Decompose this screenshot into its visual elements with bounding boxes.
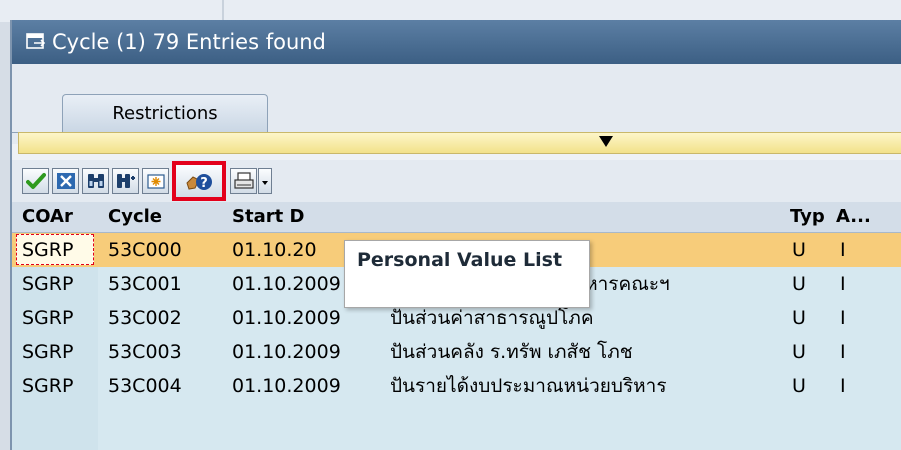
value-help-dialog: Cycle (1) 79 Entries found Restrictions <box>10 20 901 450</box>
cancel-x-icon <box>57 173 75 189</box>
print-icon <box>234 172 254 189</box>
column-header-cycle[interactable]: Cycle <box>108 202 218 232</box>
column-header-coar[interactable]: COAr <box>22 202 102 232</box>
start-date-cell[interactable]: 01.10.20 <box>232 233 342 267</box>
column-header-type[interactable]: Typ <box>790 202 830 232</box>
coar-cell[interactable]: SGRP <box>12 301 98 335</box>
coar-cell[interactable]: SGRP <box>12 233 98 267</box>
restrictions-toggle-bar[interactable] <box>18 132 901 154</box>
table-row[interactable]: SGRP 53C003 01.10.2009 ปันส่วนคลัง ร.ทรั… <box>12 335 901 369</box>
divider <box>222 0 224 22</box>
table-row-partial[interactable] <box>12 403 901 450</box>
text-cell[interactable]: ปันส่วนคลัง ร.ทรัพ เภสัช โภช <box>390 335 780 369</box>
a-cell[interactable]: I <box>840 301 870 335</box>
personal-value-list-button[interactable]: ? <box>172 161 226 201</box>
start-date-cell[interactable]: 01.10.2009 <box>232 335 387 369</box>
new-entry-icon <box>147 174 165 189</box>
coar-cell <box>12 403 98 450</box>
type-cell[interactable]: U <box>792 267 822 301</box>
text-cell[interactable]: ปันรายได้งบประมาณหน่วยบริหาร <box>390 369 780 403</box>
tab-restrictions[interactable]: Restrictions <box>62 94 268 133</box>
find-binoculars-icon <box>88 174 104 188</box>
table-header: COAr Cycle Start D Typ A... <box>12 202 901 233</box>
type-cell[interactable]: U <box>792 233 822 267</box>
cycle-cell[interactable]: 53C001 <box>108 267 228 301</box>
svg-text:?: ? <box>200 176 208 191</box>
coar-cell[interactable]: SGRP <box>12 267 98 301</box>
dialog-title-bar[interactable]: Cycle (1) 79 Entries found <box>12 20 901 64</box>
cycle-cell[interactable]: 53C002 <box>108 301 228 335</box>
find-next-button[interactable] <box>112 168 139 194</box>
coar-cell[interactable]: SGRP <box>12 369 98 403</box>
find-next-binoculars-icon <box>117 174 135 188</box>
cycle-cell[interactable]: 53C004 <box>108 369 228 403</box>
find-button[interactable] <box>82 168 109 194</box>
print-menu-dropdown[interactable] <box>258 168 272 194</box>
expand-triangle-icon[interactable] <box>599 136 613 147</box>
a-cell[interactable]: I <box>840 335 870 369</box>
type-cell[interactable]: U <box>792 335 822 369</box>
personal-value-list-icon: ? <box>186 174 212 191</box>
continue-button[interactable] <box>22 168 49 194</box>
column-header-a[interactable]: A... <box>836 202 896 232</box>
start-date-cell[interactable]: 01.10.2009 <box>232 369 387 403</box>
cycle-cell[interactable]: 53C003 <box>108 335 228 369</box>
type-cell[interactable]: U <box>792 369 822 403</box>
print-button[interactable] <box>230 168 257 194</box>
table-row[interactable]: SGRP 53C004 01.10.2009 ปันรายได้งบประมาณ… <box>12 369 901 403</box>
a-cell[interactable]: I <box>840 233 870 267</box>
a-cell[interactable]: I <box>840 267 870 301</box>
column-header-start-date[interactable]: Start D <box>232 202 382 232</box>
new-entry-button[interactable] <box>142 168 169 194</box>
cycle-cell[interactable]: 53C000 <box>108 233 228 267</box>
dialog-toolbar: ? <box>12 160 901 202</box>
a-cell[interactable]: I <box>840 369 870 403</box>
background-strip <box>0 0 901 22</box>
coar-cell[interactable]: SGRP <box>12 335 98 369</box>
dialog-window-icon <box>26 33 46 49</box>
continue-check-icon <box>26 173 46 189</box>
cancel-button[interactable] <box>52 168 79 194</box>
type-cell[interactable]: U <box>792 301 822 335</box>
tooltip: Personal Value List <box>344 240 590 308</box>
dialog-title: Cycle (1) 79 Entries found <box>52 30 326 54</box>
tooltip-text: Personal Value List <box>357 249 563 271</box>
dropdown-arrow-icon <box>262 181 268 185</box>
